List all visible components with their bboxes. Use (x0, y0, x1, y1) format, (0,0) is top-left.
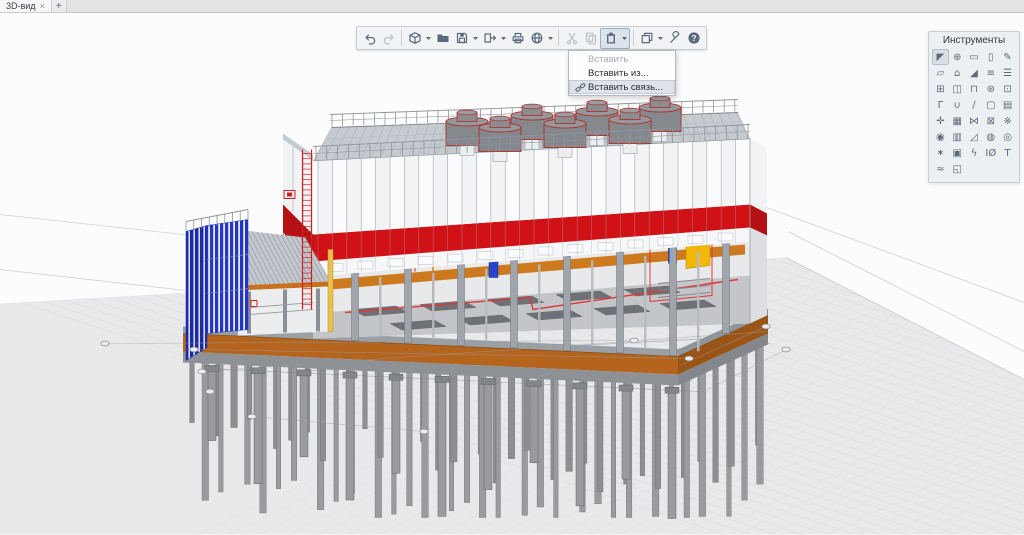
tool-electric-cabinet[interactable]: ▣ (949, 145, 966, 161)
cut-icon (569, 34, 575, 42)
tool-roof[interactable]: ⌂ (949, 65, 966, 81)
redo-icon (384, 35, 393, 44)
menu-item-1[interactable]: Вставить из... (569, 66, 675, 80)
export-caret[interactable] (499, 29, 508, 48)
tool-drawing[interactable]: ▤ (999, 97, 1016, 113)
tool-circuit[interactable]: IØ (982, 145, 999, 161)
undo-button[interactable] (360, 29, 379, 48)
settings-wrench-icon (670, 32, 678, 43)
tool-equipment[interactable]: ⊛ (982, 81, 999, 97)
annex-blue-wall-side (186, 226, 207, 361)
building-main (283, 96, 767, 355)
windows-icon (642, 36, 649, 43)
collaboration-button[interactable] (527, 29, 546, 48)
tool-ramp[interactable]: ◢ (966, 65, 983, 81)
chevron-down-icon (548, 37, 553, 40)
tool-duct-fitting[interactable]: ◿ (966, 129, 983, 145)
paste-dropdown-menu: Вставить Вставить из... Вставить связь... (568, 50, 676, 96)
tool-air-terminal[interactable]: ◎ (999, 129, 1016, 145)
open-folder-icon (437, 35, 448, 43)
main-toolbar: ? (356, 26, 707, 50)
menu-item-label: Вставить из... (588, 68, 649, 79)
tool-plate[interactable]: ⊓ (966, 81, 983, 97)
chevron-down-icon (622, 37, 627, 40)
tool-window[interactable]: ⊞ (932, 81, 949, 97)
tool-duct[interactable]: ▥ (949, 129, 966, 145)
viewport-3d[interactable]: ? Вставить Вставить из... Вставить связь..… (0, 13, 1024, 535)
open-button[interactable] (433, 29, 452, 48)
toolbar-separator (558, 30, 559, 46)
project-button[interactable] (405, 29, 424, 48)
tools-grid: ◤⊕▭▯✎ ▱⌂◢≡☰ ⊞◫⊓⊛⊡ Γ∪∕▢▤ ✛▦⋈⊠※ ◉▥◿◍◎ ✶▣ϟIØT ≈◱ (932, 49, 1016, 177)
toolbar-separator (633, 30, 634, 46)
print-button[interactable] (508, 29, 527, 48)
menu-item-0: Вставить (569, 52, 675, 66)
tool-railing[interactable]: ☰ (999, 65, 1016, 81)
paste-button-pressed-group (600, 28, 630, 49)
redo-button[interactable] (379, 29, 398, 48)
tool-assembly[interactable]: ⊡ (999, 81, 1016, 97)
menu-item-2[interactable]: Вставить связь... (569, 80, 675, 94)
tool-wall[interactable]: ▭ (966, 49, 983, 65)
export-icon (485, 34, 491, 42)
paste-button[interactable] (601, 29, 620, 48)
paste-caret[interactable] (620, 29, 629, 48)
chevron-down-icon (473, 37, 478, 40)
tool-light-fixture[interactable]: ✶ (932, 145, 949, 161)
menu-item-label: Вставить связь... (588, 82, 663, 93)
tool-wiring[interactable]: ϟ (966, 145, 983, 161)
new-tab-button[interactable]: + (52, 0, 67, 12)
chevron-down-icon (658, 37, 663, 40)
tool-line[interactable]: ∕ (966, 97, 983, 113)
annex-blue-wall-front (207, 220, 248, 334)
settings-button[interactable] (665, 29, 684, 48)
yellow-column (328, 250, 333, 332)
collaboration-caret[interactable] (546, 29, 555, 48)
tool-floor[interactable]: ▱ (932, 65, 949, 81)
windows-button[interactable] (637, 29, 656, 48)
save-button[interactable] (452, 29, 471, 48)
tool-axis[interactable]: ⊕ (949, 49, 966, 65)
tool-plumbing-fixture[interactable]: ∪ (949, 97, 966, 113)
cut-button[interactable] (562, 29, 581, 48)
tool-door[interactable]: ◫ (949, 81, 966, 97)
undo-icon (366, 35, 375, 44)
tool-damper[interactable]: ◍ (982, 129, 999, 145)
link-icon (572, 82, 588, 93)
tool-select[interactable]: ◤ (932, 49, 949, 65)
toolbar-separator (401, 30, 402, 46)
tool-beam[interactable]: ✎ (999, 49, 1016, 65)
tools-panel-title: Инструменты (932, 35, 1016, 46)
tool-sprinkler[interactable]: ※ (999, 113, 1016, 129)
tool-stair[interactable]: ≡ (982, 65, 999, 81)
tab-label: 3D-вид (6, 1, 36, 11)
chevron-down-icon (501, 37, 506, 40)
tool-pipe-fitting[interactable]: ⋈ (966, 113, 983, 129)
tool-spline[interactable]: ≈ (932, 161, 949, 177)
export-button[interactable] (480, 29, 499, 48)
save-caret[interactable] (471, 29, 480, 48)
help-button[interactable]: ? (684, 29, 703, 48)
tool-route[interactable]: ✛ (932, 113, 949, 129)
tab-3d-view[interactable]: 3D-вид × (0, 0, 52, 12)
scene-3d-model (0, 13, 1024, 535)
menu-item-label: Вставить (588, 54, 628, 65)
tool-pipe-valve[interactable]: ⊠ (982, 113, 999, 129)
chevron-down-icon (426, 37, 431, 40)
copy-button[interactable] (581, 29, 600, 48)
project-caret[interactable] (424, 29, 433, 48)
tool-opening[interactable]: ▢ (982, 97, 999, 113)
tool-column[interactable]: ▯ (982, 49, 999, 65)
tool-pipe-elbow[interactable]: Γ (932, 97, 949, 113)
tool-text[interactable]: T (999, 145, 1016, 161)
tool-electric-panel[interactable]: ▦ (949, 113, 966, 129)
svg-text:?: ? (691, 33, 696, 43)
tool-group[interactable]: ◱ (949, 161, 966, 177)
tools-panel: Инструменты ◤⊕▭▯✎ ▱⌂◢≡☰ ⊞◫⊓⊛⊡ Γ∪∕▢▤ ✛▦⋈⊠※ ◉▥◿… (928, 31, 1020, 183)
tool-pump[interactable]: ◉ (932, 129, 949, 145)
tab-close-icon[interactable]: × (40, 2, 45, 11)
windows-caret[interactable] (656, 29, 665, 48)
tab-bar: 3D-вид × + (0, 0, 1024, 13)
